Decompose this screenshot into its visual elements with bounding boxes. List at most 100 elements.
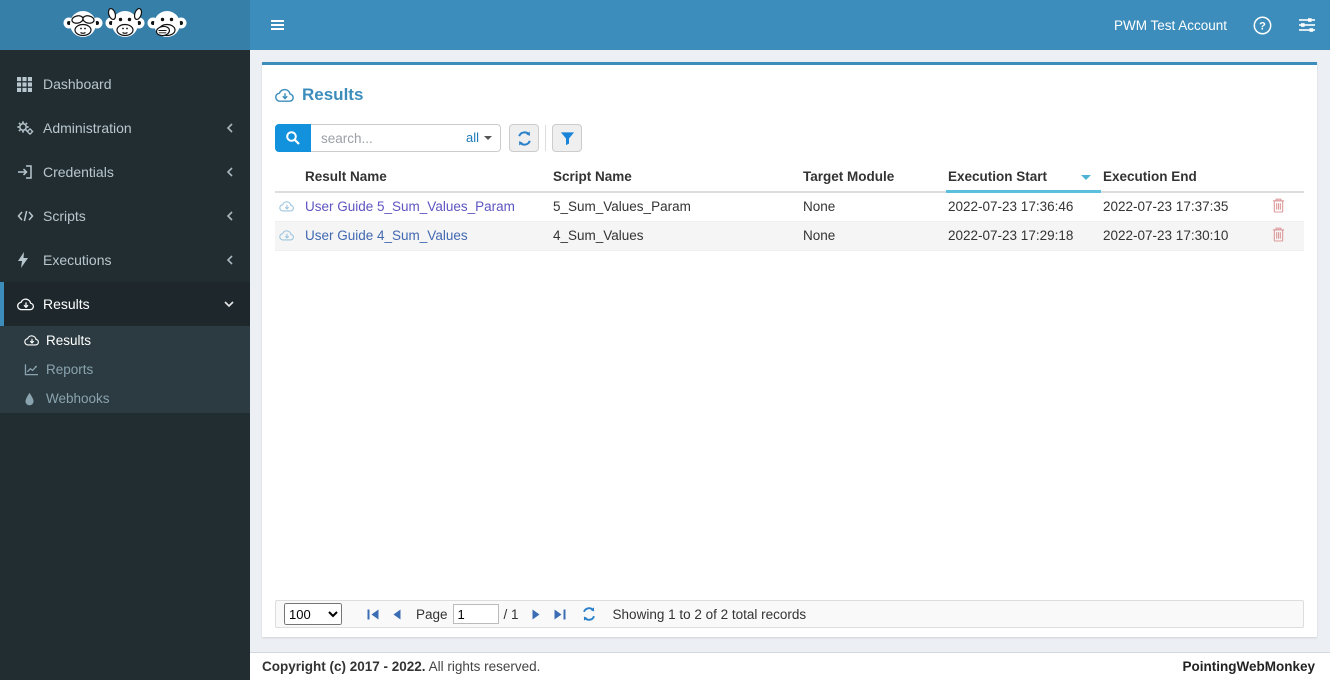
result-cloud-icon bbox=[275, 191, 303, 222]
three-monkeys-logo-icon bbox=[63, 7, 187, 37]
sign-in-icon bbox=[17, 164, 43, 180]
search-scope-dropdown[interactable]: all bbox=[466, 130, 492, 145]
page-size-select[interactable]: 100 bbox=[284, 603, 342, 625]
main-content: Results all bbox=[250, 50, 1330, 680]
delete-result-button[interactable] bbox=[1272, 227, 1285, 242]
execution-start-cell: 2022-07-23 17:29:18 bbox=[946, 221, 1101, 251]
sidebar-item-label: Executions bbox=[43, 252, 112, 268]
table-row: User Guide 5_Sum_Values_Param 5_Sum_Valu… bbox=[275, 191, 1304, 222]
cloud-download-icon bbox=[24, 334, 46, 347]
column-header-script-name[interactable]: Script Name bbox=[551, 163, 801, 193]
sidebar-item-results[interactable]: Results bbox=[0, 282, 250, 326]
top-navbar: PWM Test Account ? bbox=[250, 0, 1330, 50]
page-title: Results bbox=[275, 85, 1304, 105]
column-header-execution-end[interactable]: Execution End bbox=[1101, 163, 1253, 193]
cloud-download-icon bbox=[275, 87, 295, 104]
results-table: Result Name Script Name Target Module Ex… bbox=[275, 163, 1304, 251]
brand-name: PointingWebMonkey bbox=[1182, 659, 1315, 674]
refresh-icon bbox=[582, 607, 595, 621]
table-row: User Guide 4_Sum_Values 4_Sum_Values Non… bbox=[275, 221, 1304, 251]
app-logo[interactable] bbox=[0, 0, 250, 50]
trash-icon bbox=[1272, 198, 1285, 213]
table-header-row: Result Name Script Name Target Module Ex… bbox=[275, 163, 1304, 193]
toolbar-divider bbox=[545, 125, 546, 151]
submenu-item-label: Reports bbox=[46, 362, 94, 377]
refresh-button[interactable] bbox=[509, 124, 539, 152]
sidebar-item-administration[interactable]: Administration bbox=[0, 106, 250, 150]
pager-refresh-button[interactable] bbox=[581, 606, 597, 622]
results-panel: Results all bbox=[262, 62, 1317, 637]
last-page-button[interactable] bbox=[553, 608, 567, 621]
chevron-left-icon bbox=[225, 166, 235, 178]
execution-end-cell: 2022-07-23 17:30:10 bbox=[1101, 221, 1253, 251]
filter-button[interactable] bbox=[552, 124, 582, 152]
chevron-down-icon bbox=[223, 299, 235, 309]
sidebar-item-credentials[interactable]: Credentials bbox=[0, 150, 250, 194]
sidebar-item-dashboard[interactable]: Dashboard bbox=[0, 62, 250, 106]
cloud-download-icon bbox=[17, 297, 43, 312]
previous-page-button[interactable] bbox=[392, 608, 402, 621]
submenu-item-webhooks[interactable]: Webhooks bbox=[0, 384, 250, 413]
execution-start-cell: 2022-07-23 17:36:46 bbox=[946, 191, 1101, 222]
sidebar-item-label: Administration bbox=[43, 120, 132, 136]
pagination-bar: 100 Page / 1 bbox=[275, 600, 1304, 628]
sidebar-item-label: Credentials bbox=[43, 164, 114, 180]
total-pages: / 1 bbox=[503, 606, 519, 622]
submenu-item-results[interactable]: Results bbox=[0, 326, 250, 355]
page-number-input[interactable] bbox=[452, 604, 499, 624]
svg-text:?: ? bbox=[1259, 20, 1266, 32]
submenu-item-label: Webhooks bbox=[46, 391, 110, 406]
page-label: Page bbox=[416, 606, 448, 622]
refresh-icon bbox=[517, 130, 531, 146]
page-footer: Copyright (c) 2017 - 2022. All rights re… bbox=[250, 652, 1330, 680]
column-header-target-module[interactable]: Target Module bbox=[801, 163, 946, 193]
sidebar-item-label: Results bbox=[43, 296, 90, 312]
search-group: all bbox=[275, 124, 501, 152]
column-header-result-name[interactable]: Result Name bbox=[303, 163, 551, 193]
droplet-icon bbox=[24, 392, 46, 406]
script-name-cell: 5_Sum_Values_Param bbox=[551, 191, 801, 222]
script-name-cell: 4_Sum_Values bbox=[551, 221, 801, 251]
chart-line-icon bbox=[24, 363, 46, 376]
top-header: PWM Test Account ? bbox=[0, 0, 1330, 50]
help-icon[interactable]: ? bbox=[1253, 16, 1272, 35]
sidebar-item-executions[interactable]: Executions bbox=[0, 238, 250, 282]
sidebar-item-scripts[interactable]: Scripts bbox=[0, 194, 250, 238]
records-summary: Showing 1 to 2 of 2 total records bbox=[612, 606, 807, 622]
copyright-text: Copyright (c) 2017 - 2022. All rights re… bbox=[262, 659, 541, 674]
column-header-execution-start[interactable]: Execution Start bbox=[946, 163, 1101, 193]
trash-icon bbox=[1272, 227, 1285, 242]
sliders-icon[interactable] bbox=[1298, 16, 1316, 34]
search-button[interactable] bbox=[275, 124, 311, 152]
first-page-button[interactable] bbox=[366, 608, 380, 621]
search-scope-value: all bbox=[465, 130, 479, 145]
submenu-item-label: Results bbox=[46, 333, 92, 348]
target-module-cell: None bbox=[801, 221, 946, 251]
result-name-link[interactable]: User Guide 5_Sum_Values_Param bbox=[305, 199, 515, 214]
delete-result-button[interactable] bbox=[1272, 198, 1285, 213]
sort-desc-icon bbox=[1081, 175, 1091, 180]
filter-icon bbox=[560, 131, 574, 145]
sidebar: Dashboard Administration Credentials Scr… bbox=[0, 50, 250, 680]
execution-end-cell: 2022-07-23 17:37:35 bbox=[1101, 191, 1253, 222]
chevron-left-icon bbox=[225, 210, 235, 222]
actions-column-header bbox=[1253, 163, 1304, 193]
chevron-left-icon bbox=[225, 122, 235, 134]
sidebar-toggle-button[interactable] bbox=[265, 12, 290, 38]
page-title-text: Results bbox=[302, 85, 364, 104]
bolt-icon bbox=[17, 252, 43, 268]
result-name-link[interactable]: User Guide 4_Sum_Values bbox=[305, 228, 468, 243]
submenu-item-reports[interactable]: Reports bbox=[0, 355, 250, 384]
next-page-button[interactable] bbox=[531, 608, 541, 621]
target-module-cell: None bbox=[801, 191, 946, 222]
sidebar-item-label: Dashboard bbox=[43, 76, 112, 92]
cogs-icon bbox=[17, 120, 43, 136]
table-toolbar: all bbox=[275, 124, 1304, 152]
caret-down-icon bbox=[484, 135, 492, 140]
search-icon bbox=[286, 131, 300, 145]
account-name[interactable]: PWM Test Account bbox=[1114, 18, 1227, 33]
results-submenu: Results Reports Webhooks bbox=[0, 326, 250, 413]
chevron-left-icon bbox=[225, 254, 235, 266]
icon-column-header bbox=[275, 163, 303, 193]
grid-icon bbox=[17, 76, 43, 92]
